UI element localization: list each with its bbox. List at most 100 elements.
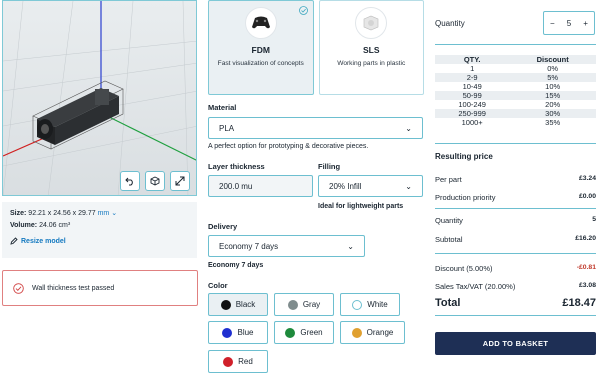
color-dot — [222, 327, 233, 338]
tax-value: £3.08 — [578, 282, 596, 289]
color-dot — [223, 356, 234, 367]
per-part-label: Per part — [435, 175, 462, 184]
delivery-value: Economy 7 days — [219, 241, 279, 251]
increment-button[interactable]: + — [583, 19, 588, 28]
tech-desc: Fast visualization of concepts — [217, 60, 304, 67]
decrement-button[interactable]: − — [550, 19, 555, 28]
material-value: PLA — [219, 123, 235, 133]
material-label: Material — [208, 103, 237, 112]
delivery-select[interactable]: Economy 7 days ⌄ — [208, 235, 365, 257]
layer-thickness-label: Layer thickness — [208, 162, 265, 171]
total-value: £18.47 — [562, 297, 596, 309]
cube-icon — [150, 176, 160, 186]
material-hint: A perfect option for prototyping & decor… — [208, 143, 369, 150]
delivery-hint: Economy 7 days — [208, 262, 264, 269]
pencil-icon — [10, 237, 18, 245]
total-row: Total £18.47 — [435, 297, 596, 309]
qty-cell: 100-249 — [458, 100, 486, 109]
size-unit-dropdown[interactable]: mm — [98, 210, 110, 217]
qty-cell: 1 — [470, 64, 475, 73]
color-option-blue[interactable]: Blue — [208, 321, 268, 344]
quantity-stepper[interactable]: − 5 + — [543, 11, 595, 35]
tech-card-sls[interactable]: SLS Working parts in plastic — [318, 0, 424, 95]
layer-thickness-value: 200.0 mu — [219, 181, 253, 191]
quantity-summary-label: Quantity — [435, 216, 463, 225]
color-dot — [351, 327, 362, 338]
discount-cell: 20% — [545, 100, 561, 109]
discount-cell: 5% — [509, 73, 596, 82]
discount-cell: 30% — [509, 109, 596, 118]
wall-thickness-text: Wall thickness test passed — [32, 284, 115, 292]
tax-label: Sales Tax/VAT (20.00%) — [435, 282, 516, 291]
divider — [435, 208, 596, 209]
tax-row: Sales Tax/VAT (20.00%) £3.08 — [435, 282, 596, 291]
resulting-price-title: Resulting price — [435, 152, 493, 161]
priority-row: Production priority £0.00 — [435, 193, 596, 202]
color-name: Red — [238, 357, 253, 366]
color-name: Blue — [237, 328, 254, 337]
color-option-green[interactable]: Green — [274, 321, 334, 344]
undo-button[interactable] — [120, 171, 140, 191]
qty-cell: 250-999 — [435, 109, 510, 118]
color-option-orange[interactable]: Orange — [340, 321, 405, 344]
divider — [435, 143, 596, 144]
color-name: White — [367, 300, 388, 309]
table-row: 250-999 30% — [435, 109, 596, 118]
color-option-gray[interactable]: Gray — [274, 293, 334, 316]
quantity-value[interactable]: 5 — [567, 19, 571, 28]
quantity-label: Quantity — [435, 18, 465, 28]
model-preview — [3, 1, 196, 195]
total-label: Total — [435, 297, 461, 309]
table-row: 1 0% — [435, 64, 596, 73]
add-to-basket-button[interactable]: ADD TO BASKET — [435, 332, 596, 355]
expand-icon — [175, 176, 185, 186]
material-select[interactable]: PLA ⌄ — [208, 117, 423, 139]
discount-cell: 15% — [509, 91, 596, 100]
view-cube-button[interactable] — [145, 171, 165, 191]
color-option-black[interactable]: Black — [208, 293, 268, 316]
priority-label: Production priority — [435, 193, 496, 202]
layer-thickness-field[interactable]: 200.0 mu — [208, 175, 313, 197]
filling-value: 20% Infill — [329, 181, 362, 191]
color-option-white[interactable]: White — [340, 293, 400, 316]
delivery-label: Delivery — [208, 222, 238, 231]
qty-cell: 10-49 — [462, 82, 482, 91]
sls-part-icon — [355, 7, 388, 39]
discount-row: Discount (5.00%) -£0.81 — [435, 264, 596, 273]
subtotal-row: Subtotal £16.20 — [435, 235, 596, 244]
undo-icon — [125, 177, 133, 186]
color-name: Gray — [302, 300, 321, 309]
qty-cell: 1000+ — [461, 118, 483, 127]
chevron-down-icon: ⌄ — [347, 241, 354, 251]
volume-value: 24.06 cm³ — [39, 222, 71, 229]
fullscreen-button[interactable] — [170, 171, 190, 191]
size-label: Size: — [10, 210, 27, 217]
chevron-down-icon: ⌄ — [111, 210, 118, 217]
color-option-red[interactable]: Red — [208, 350, 268, 373]
qty-cell: 2-9 — [435, 73, 510, 82]
table-row: 50-99 15% — [435, 91, 596, 100]
technology-selector: FDM Fast visualization of concepts SLS W… — [208, 0, 424, 95]
quantity-summary-value: 5 — [592, 216, 596, 223]
model-info-panel: Size: 92.21 x 24.56 x 29.77 mm ⌄ Volume:… — [2, 202, 197, 258]
tech-desc: Working parts in plastic — [337, 60, 406, 67]
filling-label: Filling — [318, 162, 341, 171]
color-name: Orange — [366, 328, 394, 337]
tech-card-fdm[interactable]: FDM Fast visualization of concepts — [208, 0, 314, 95]
gamepad-icon — [244, 7, 277, 39]
model-size: Size: 92.21 x 24.56 x 29.77 mm ⌄ — [10, 208, 189, 220]
color-dot — [220, 299, 231, 310]
discount-value: -£0.81 — [576, 264, 596, 271]
filling-select[interactable]: 20% Infill ⌄ — [318, 175, 423, 197]
model-viewer[interactable] — [2, 0, 197, 196]
resize-model-link[interactable]: Resize model — [10, 237, 189, 245]
quantity-row: Quantity − 5 + — [435, 10, 595, 36]
chevron-down-icon: ⌄ — [405, 181, 412, 191]
resize-model-label: Resize model — [21, 237, 66, 245]
discount-label: Discount (5.00%) — [435, 264, 493, 273]
divider — [435, 315, 596, 316]
divider — [435, 44, 596, 45]
color-dot — [352, 299, 363, 310]
table-row: 2-9 5% — [435, 73, 596, 82]
quantity-summary-row: Quantity 5 — [435, 216, 596, 225]
